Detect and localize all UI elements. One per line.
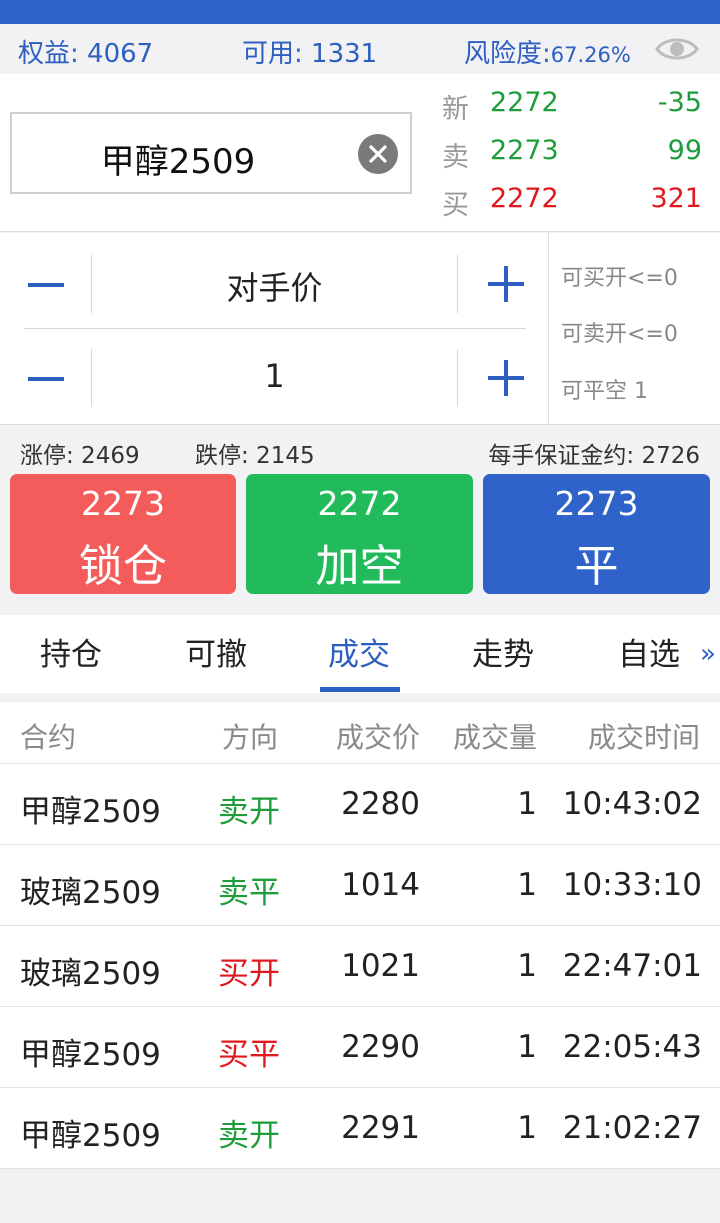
trade-direction: 买开 xyxy=(218,956,280,992)
quantity-minus-icon[interactable] xyxy=(24,347,68,409)
quote-panel: 甲醇2509 新 2272 -35 卖 2273 99 买 2272 321 xyxy=(0,74,720,232)
trade-contract: 玻璃2509 xyxy=(20,956,161,992)
limit-up: 涨停: 2469 xyxy=(20,443,140,469)
margin-per-lot: 每手保证金约: 2726 xyxy=(488,443,700,469)
add-short-button[interactable]: 2272 加空 xyxy=(246,474,473,594)
header-price: 成交价 xyxy=(335,721,420,754)
short-price: 2272 xyxy=(317,484,402,523)
double-chevron-right-icon[interactable]: » xyxy=(700,639,716,669)
tab-trend[interactable]: 走势 xyxy=(472,629,534,674)
bid-label: 买 xyxy=(442,190,469,221)
clear-icon[interactable] xyxy=(358,134,398,174)
table-row[interactable]: 甲醇2509 买平 2290 1 22:05:43 xyxy=(0,1007,720,1088)
account-summary: 权益: 4067 可用: 1331 风险度:67.26% xyxy=(0,24,720,74)
trade-qty: 1 xyxy=(517,1110,537,1146)
price-minus-icon[interactable] xyxy=(24,253,68,315)
ask-label: 卖 xyxy=(442,142,469,173)
bid-price: 2272 xyxy=(490,183,559,214)
trade-direction: 买平 xyxy=(218,1037,280,1073)
header-qty: 成交量 xyxy=(452,721,537,754)
price-plus-icon[interactable] xyxy=(484,253,528,315)
tab-positions[interactable]: 持仓 xyxy=(40,629,102,674)
trade-direction: 卖开 xyxy=(218,794,280,830)
available-qty-panel: 可买开<=0 可卖开<=0 可平空 1 xyxy=(548,233,720,425)
eye-icon[interactable] xyxy=(654,32,700,66)
active-tab-indicator xyxy=(320,687,400,692)
tab-bar: 持仓 可撤 成交 走势 自选 » xyxy=(0,615,720,693)
lock-label: 锁仓 xyxy=(79,541,167,592)
order-panel: 对手价 1 可买开<=0 可卖开<=0 可平空 1 xyxy=(0,233,720,425)
header-contract: 合约 xyxy=(20,721,77,754)
trade-time: 10:33:10 xyxy=(562,867,702,903)
tab-cancellable[interactable]: 可撤 xyxy=(185,629,247,674)
contract-name[interactable]: 甲醇2509 xyxy=(12,134,344,183)
close-label: 平 xyxy=(574,541,619,592)
trade-price: 2290 xyxy=(341,1029,420,1065)
lock-price: 2273 xyxy=(81,484,165,523)
ask-price: 2273 xyxy=(490,135,559,166)
trade-price: 1014 xyxy=(341,867,420,903)
quantity-field[interactable]: 1 xyxy=(92,357,457,395)
available-value: 1331 xyxy=(311,39,378,69)
trade-qty: 1 xyxy=(517,867,537,903)
equity-value: 4067 xyxy=(87,39,154,69)
table-row[interactable]: 甲醇2509 卖开 2291 1 21:02:27 xyxy=(0,1088,720,1169)
trade-price: 2280 xyxy=(341,786,420,822)
status-bar xyxy=(0,0,720,24)
bid-volume: 321 xyxy=(650,183,702,214)
short-label: 加空 xyxy=(315,541,404,592)
header-time: 成交时间 xyxy=(587,721,700,754)
trade-contract: 甲醇2509 xyxy=(20,794,161,830)
trade-qty: 1 xyxy=(517,1029,537,1065)
header-direction: 方向 xyxy=(222,721,279,754)
can-buy-open: 可买开<=0 xyxy=(561,266,678,291)
close-position-button[interactable]: 2273 平 xyxy=(483,474,710,594)
trade-time: 21:02:27 xyxy=(562,1110,702,1146)
close-price: 2273 xyxy=(554,484,639,523)
quantity-stepper: 1 xyxy=(24,347,528,409)
trade-price: 2291 xyxy=(341,1110,420,1146)
quantity-plus-icon[interactable] xyxy=(484,347,528,409)
available-label: 可用: xyxy=(242,39,303,69)
last-change: -35 xyxy=(657,87,702,118)
table-row[interactable]: 玻璃2509 买开 1021 1 22:47:01 xyxy=(0,926,720,1007)
trade-contract: 玻璃2509 xyxy=(20,875,161,911)
trade-qty: 1 xyxy=(517,786,537,822)
trade-time: 22:05:43 xyxy=(562,1029,702,1065)
equity-label: 权益: xyxy=(18,39,79,69)
price-stepper: 对手价 xyxy=(24,253,528,315)
risk-value: 67.26% xyxy=(550,43,631,67)
ask-volume: 99 xyxy=(667,135,702,166)
quote-last: 新 2272 -35 xyxy=(442,87,702,127)
trade-direction: 卖开 xyxy=(218,1118,280,1154)
trade-direction: 卖平 xyxy=(218,875,280,911)
last-price: 2272 xyxy=(490,87,559,118)
quote-ask: 卖 2273 99 xyxy=(442,135,702,175)
quote-bid: 买 2272 321 xyxy=(442,183,702,223)
trade-qty: 1 xyxy=(517,948,537,984)
table-header: 合约 方向 成交价 成交量 成交时间 xyxy=(0,702,720,764)
table-row[interactable]: 甲醇2509 卖开 2280 1 10:43:02 xyxy=(0,764,720,845)
trade-time: 10:43:02 xyxy=(562,786,702,822)
lock-button[interactable]: 2273 锁仓 xyxy=(10,474,236,594)
table-row[interactable]: 玻璃2509 卖平 1014 1 10:33:10 xyxy=(0,845,720,926)
can-close-short: 可平空 1 xyxy=(561,379,648,404)
risk-label: 风险度: xyxy=(464,39,551,69)
limit-down: 跌停: 2145 xyxy=(195,443,315,469)
price-limits: 涨停: 2469 跌停: 2145 每手保证金约: 2726 xyxy=(0,426,720,470)
trade-contract: 甲醇2509 xyxy=(20,1118,161,1154)
trade-time: 22:47:01 xyxy=(562,948,702,984)
risk-display: 风险度:67.26% xyxy=(464,33,631,70)
price-type-field[interactable]: 对手价 xyxy=(92,263,457,309)
available-display: 可用: 1331 xyxy=(242,33,377,70)
tab-watchlist[interactable]: 自选 xyxy=(618,629,680,674)
can-sell-open: 可卖开<=0 xyxy=(561,322,678,347)
trades-table: 合约 方向 成交价 成交量 成交时间 甲醇2509 卖开 2280 1 10:43:02… xyxy=(0,702,720,1169)
contract-selector[interactable]: 甲醇2509 xyxy=(10,112,412,194)
trade-contract: 甲醇2509 xyxy=(20,1037,161,1073)
last-label: 新 xyxy=(442,94,469,125)
tab-trades[interactable]: 成交 xyxy=(328,629,390,674)
equity-display: 权益: 4067 xyxy=(18,33,153,70)
trade-price: 1021 xyxy=(341,948,420,984)
